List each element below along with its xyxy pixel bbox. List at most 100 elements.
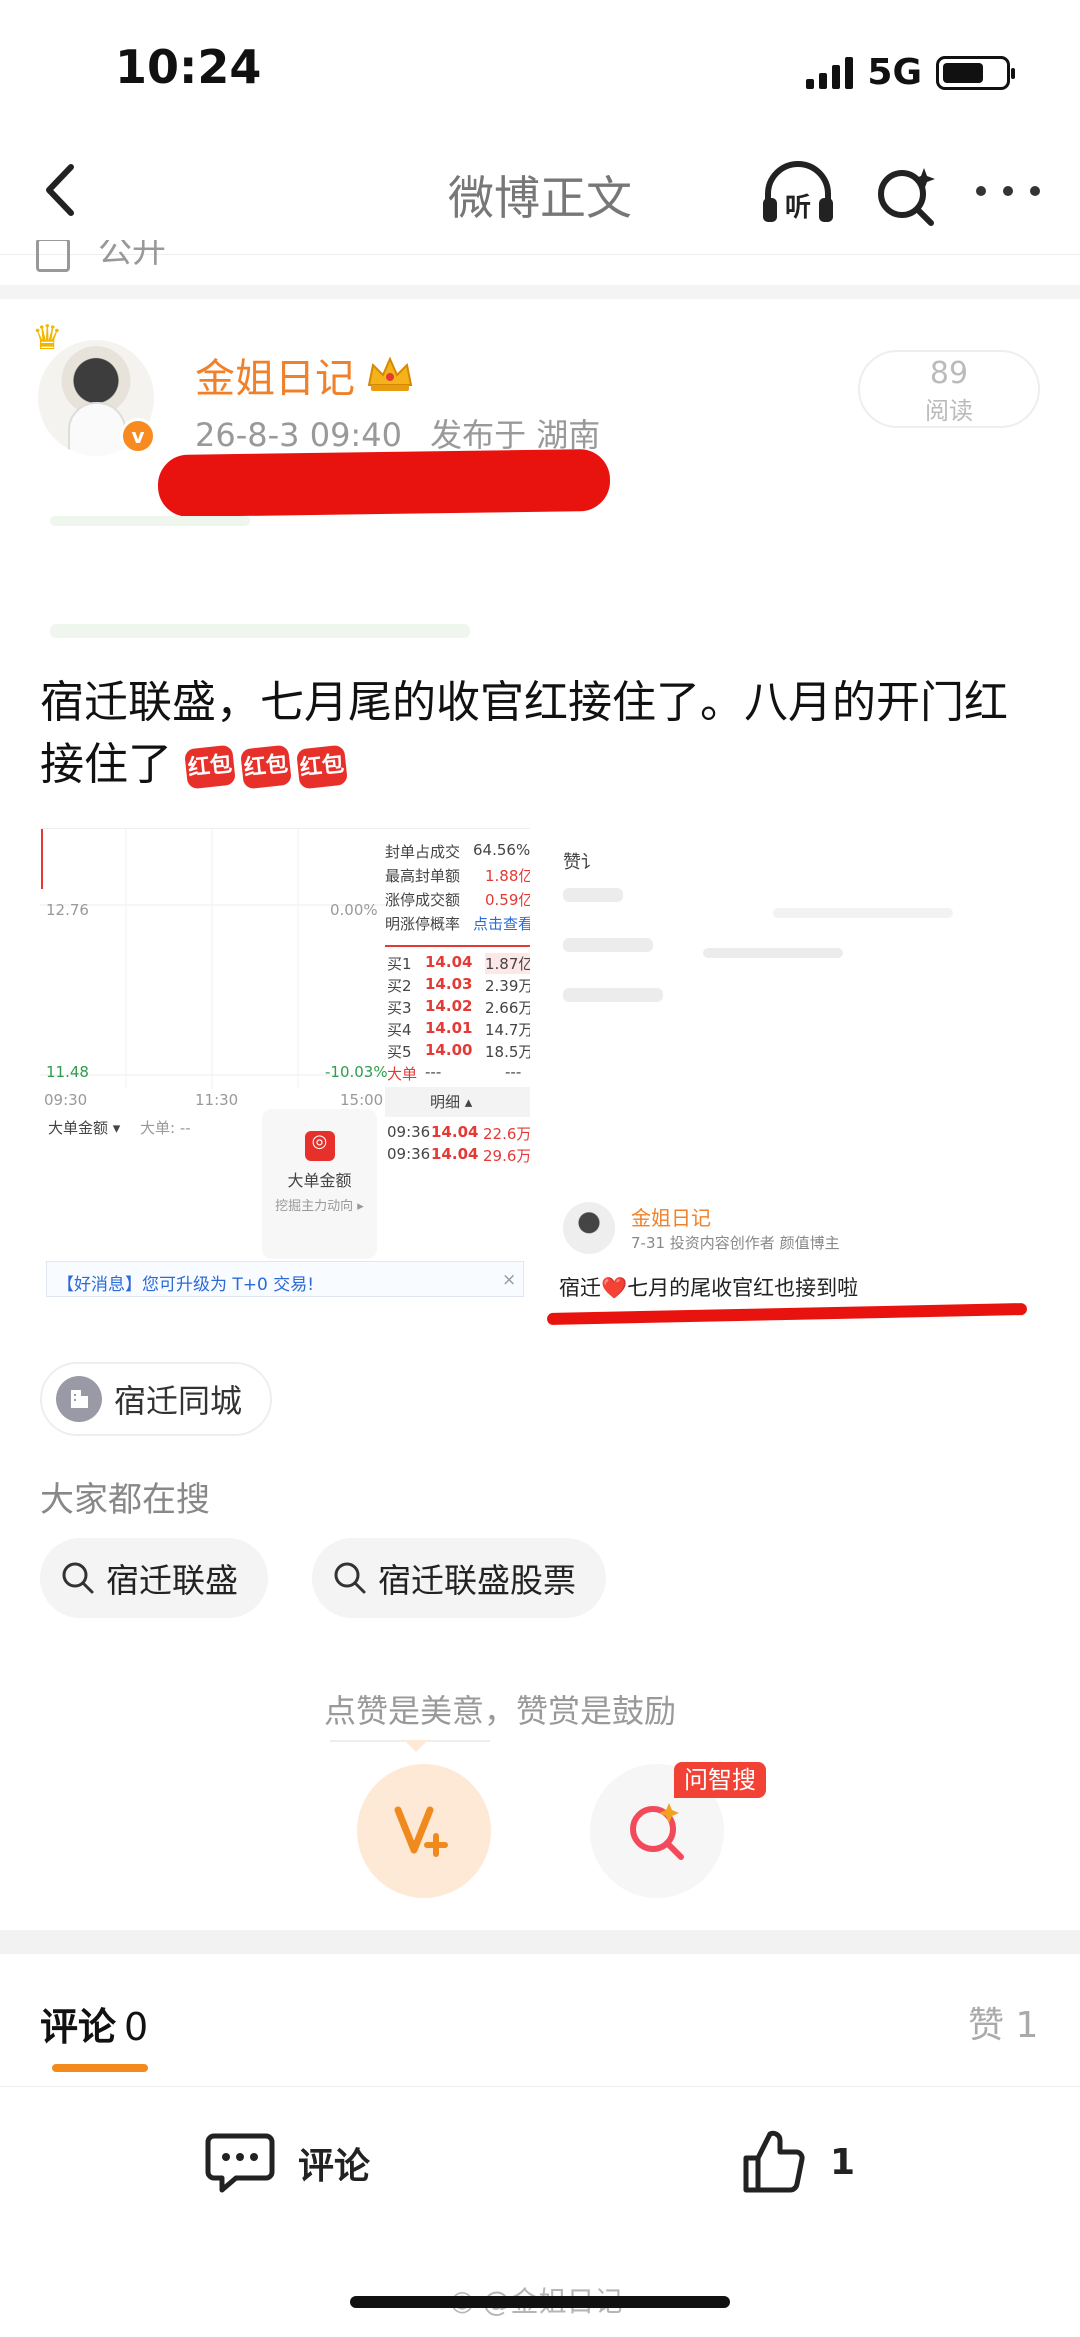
building-icon xyxy=(56,1376,102,1422)
read-count-box: 89 阅读 xyxy=(858,350,1040,428)
search-chip-label: 宿迁联盛 xyxy=(106,1561,238,1600)
red-envelope-emoji-icon: 红包 xyxy=(296,744,348,790)
notice-text: 【好消息】您可升级为 T+0 交易! xyxy=(57,1275,315,1295)
post-image-quote[interactable]: 赞讠 金姐日记 7-31 投资内容创作者 颜值博主 宿迁❤️七月的尾收官红也接到… xyxy=(543,828,1040,1326)
tab-comments-label: 评论 xyxy=(40,2005,117,2049)
tab-likes[interactable]: 赞 1 xyxy=(968,1996,1038,2048)
notice-bar: 【好消息】您可升级为 T+0 交易! × xyxy=(46,1261,524,1297)
tab-active-indicator xyxy=(52,2064,148,2072)
big-order-card: ◎ 大单金额 挖掘主力动向 ▸ xyxy=(262,1109,377,1259)
tip-arrow xyxy=(404,1740,428,1752)
post-image-stock[interactable]: 12.76 0.00% 11.48 -10.03% 09:30 11:30 15… xyxy=(40,828,530,1326)
blurred-content xyxy=(563,988,663,1002)
section-divider xyxy=(0,1930,1080,1954)
quote-top-label: 赞讠 xyxy=(563,852,599,873)
sparkle-search-icon xyxy=(630,1803,684,1860)
stat-row: 明涨停概率 点击查看 xyxy=(385,915,530,933)
order-selector: 大单金额 ▾ xyxy=(48,1119,121,1137)
ai-badge: 问智搜 xyxy=(674,1762,766,1798)
blurred-content xyxy=(563,938,653,952)
cut-off-row: 公开 xyxy=(36,240,166,272)
redaction-mark xyxy=(157,448,611,518)
quote-card: 金姐日记 7-31 投资内容创作者 颜值博主 宿迁❤️七月的尾收官红也接到啦 xyxy=(543,1188,1040,1326)
detail-header: 明细 ▴ xyxy=(385,1087,530,1117)
more-button[interactable] xyxy=(976,176,1040,206)
more-dot-icon xyxy=(976,186,986,196)
like-button[interactable]: 1 xyxy=(740,2128,855,2196)
order-book-divider xyxy=(385,945,530,947)
search-chip-label: 宿迁联盛股票 xyxy=(378,1561,576,1600)
post-body: 宿迁联盛，七月尾的收官红接住了。八月的开门红接住了 红包 红包 红包 xyxy=(40,672,1050,796)
tab-likes-label: 赞 xyxy=(968,2005,1005,2046)
emoji-group: 红包 红包 红包 xyxy=(184,744,348,790)
home-indicator[interactable] xyxy=(350,2296,730,2308)
red-envelope-emoji-icon: 红包 xyxy=(184,744,236,790)
thumbs-up-icon xyxy=(743,2130,805,2193)
status-time: 10:24 xyxy=(115,40,262,94)
order-book: 封单占成交 64.56% 最高封单额 1.88亿 涨停成交额 0.59亿 明涨停概率点… xyxy=(385,829,530,1326)
comment-button[interactable]: 评论 xyxy=(204,2130,370,2196)
cut-off-text: 公开 xyxy=(98,240,166,271)
search-hint: 大家都在搜 xyxy=(40,1480,210,1520)
quote-meta: 7-31 投资内容创作者 颜值博主 xyxy=(631,1234,840,1252)
tab-comments[interactable]: 评论 0 xyxy=(40,1996,148,2051)
faint-artifact xyxy=(50,624,470,638)
order-selector-value: 大单: -- xyxy=(140,1119,191,1137)
time-label: 11:30 xyxy=(195,1091,239,1109)
signal-icon xyxy=(806,56,854,89)
time-label: 15:00 xyxy=(340,1091,384,1109)
battery-icon xyxy=(936,55,1015,90)
search-icon xyxy=(62,1562,94,1594)
listen-label: 听 xyxy=(785,193,811,223)
ai-search-button[interactable] xyxy=(874,164,938,228)
verified-badge-icon: v xyxy=(120,418,156,454)
location-chip[interactable]: 宿迁同城 xyxy=(40,1362,273,1436)
search-chip[interactable]: 宿迁联盛股票 xyxy=(312,1538,606,1618)
divider xyxy=(0,2086,1080,2087)
big-order-subtitle: 挖掘主力动向 ▸ xyxy=(275,1199,364,1214)
red-envelope-emoji-icon: 红包 xyxy=(240,744,292,790)
blurred-content xyxy=(773,908,953,918)
status-bar: 10:24 5G xyxy=(0,0,1080,140)
location-chip-label: 宿迁同城 xyxy=(114,1382,243,1420)
read-label: 阅读 xyxy=(925,397,973,425)
reward-button[interactable] xyxy=(357,1764,491,1898)
search-chip[interactable]: 宿迁联盛 xyxy=(40,1538,268,1618)
search-icon xyxy=(334,1562,366,1594)
section-divider xyxy=(0,285,1080,299)
author-name[interactable]: 金姐日记 xyxy=(195,346,415,404)
sparkle-search-icon xyxy=(878,168,935,226)
faint-artifact xyxy=(50,516,250,526)
big-order-row: 大单 --- --- xyxy=(387,1063,522,1083)
blurred-content xyxy=(563,888,623,902)
quote-author: 金姐日记 xyxy=(631,1206,711,1230)
pct-top-label: 0.00% xyxy=(330,901,378,919)
blurred-content xyxy=(703,948,843,958)
listen-button[interactable]: 听 xyxy=(760,160,836,230)
headphones-icon: 听 xyxy=(763,161,833,223)
nav-bar: 微博正文 听 xyxy=(0,140,1080,255)
time-label: 09:30 xyxy=(44,1091,88,1109)
redaction-mark xyxy=(546,1302,1028,1326)
crown-icon: ♛ xyxy=(32,318,63,358)
trade-row: 09:36 14.04 29.6万 xyxy=(387,1145,530,1165)
tab-likes-count: 1 xyxy=(1015,2005,1039,2046)
more-dot-icon xyxy=(1003,186,1013,196)
big-order-icon: ◎ xyxy=(304,1131,335,1161)
quote-text: 宿迁❤️七月的尾收官红也接到啦 xyxy=(559,1276,859,1300)
read-count: 89 xyxy=(929,356,969,391)
comment-button-label: 评论 xyxy=(298,2146,371,2187)
comment-bubble-icon xyxy=(205,2133,275,2193)
reward-v-plus-icon xyxy=(394,1806,448,1857)
close-icon: × xyxy=(502,1270,517,1290)
price-bottom-label: 11.48 xyxy=(46,1063,89,1081)
like-count: 1 xyxy=(830,2141,856,2183)
avatar xyxy=(563,1202,615,1254)
pct-bottom-label: -10.03% xyxy=(325,1063,388,1081)
tab-comments-count: 0 xyxy=(124,2005,149,2049)
price-top-label: 12.76 xyxy=(46,901,89,919)
appreciate-text: 点赞是美意，赞赏是鼓励 xyxy=(323,1692,676,1730)
more-dot-icon xyxy=(1030,186,1040,196)
author-avatar[interactable]: ♛ v xyxy=(32,318,162,458)
big-order-title: 大单金额 xyxy=(287,1171,352,1190)
